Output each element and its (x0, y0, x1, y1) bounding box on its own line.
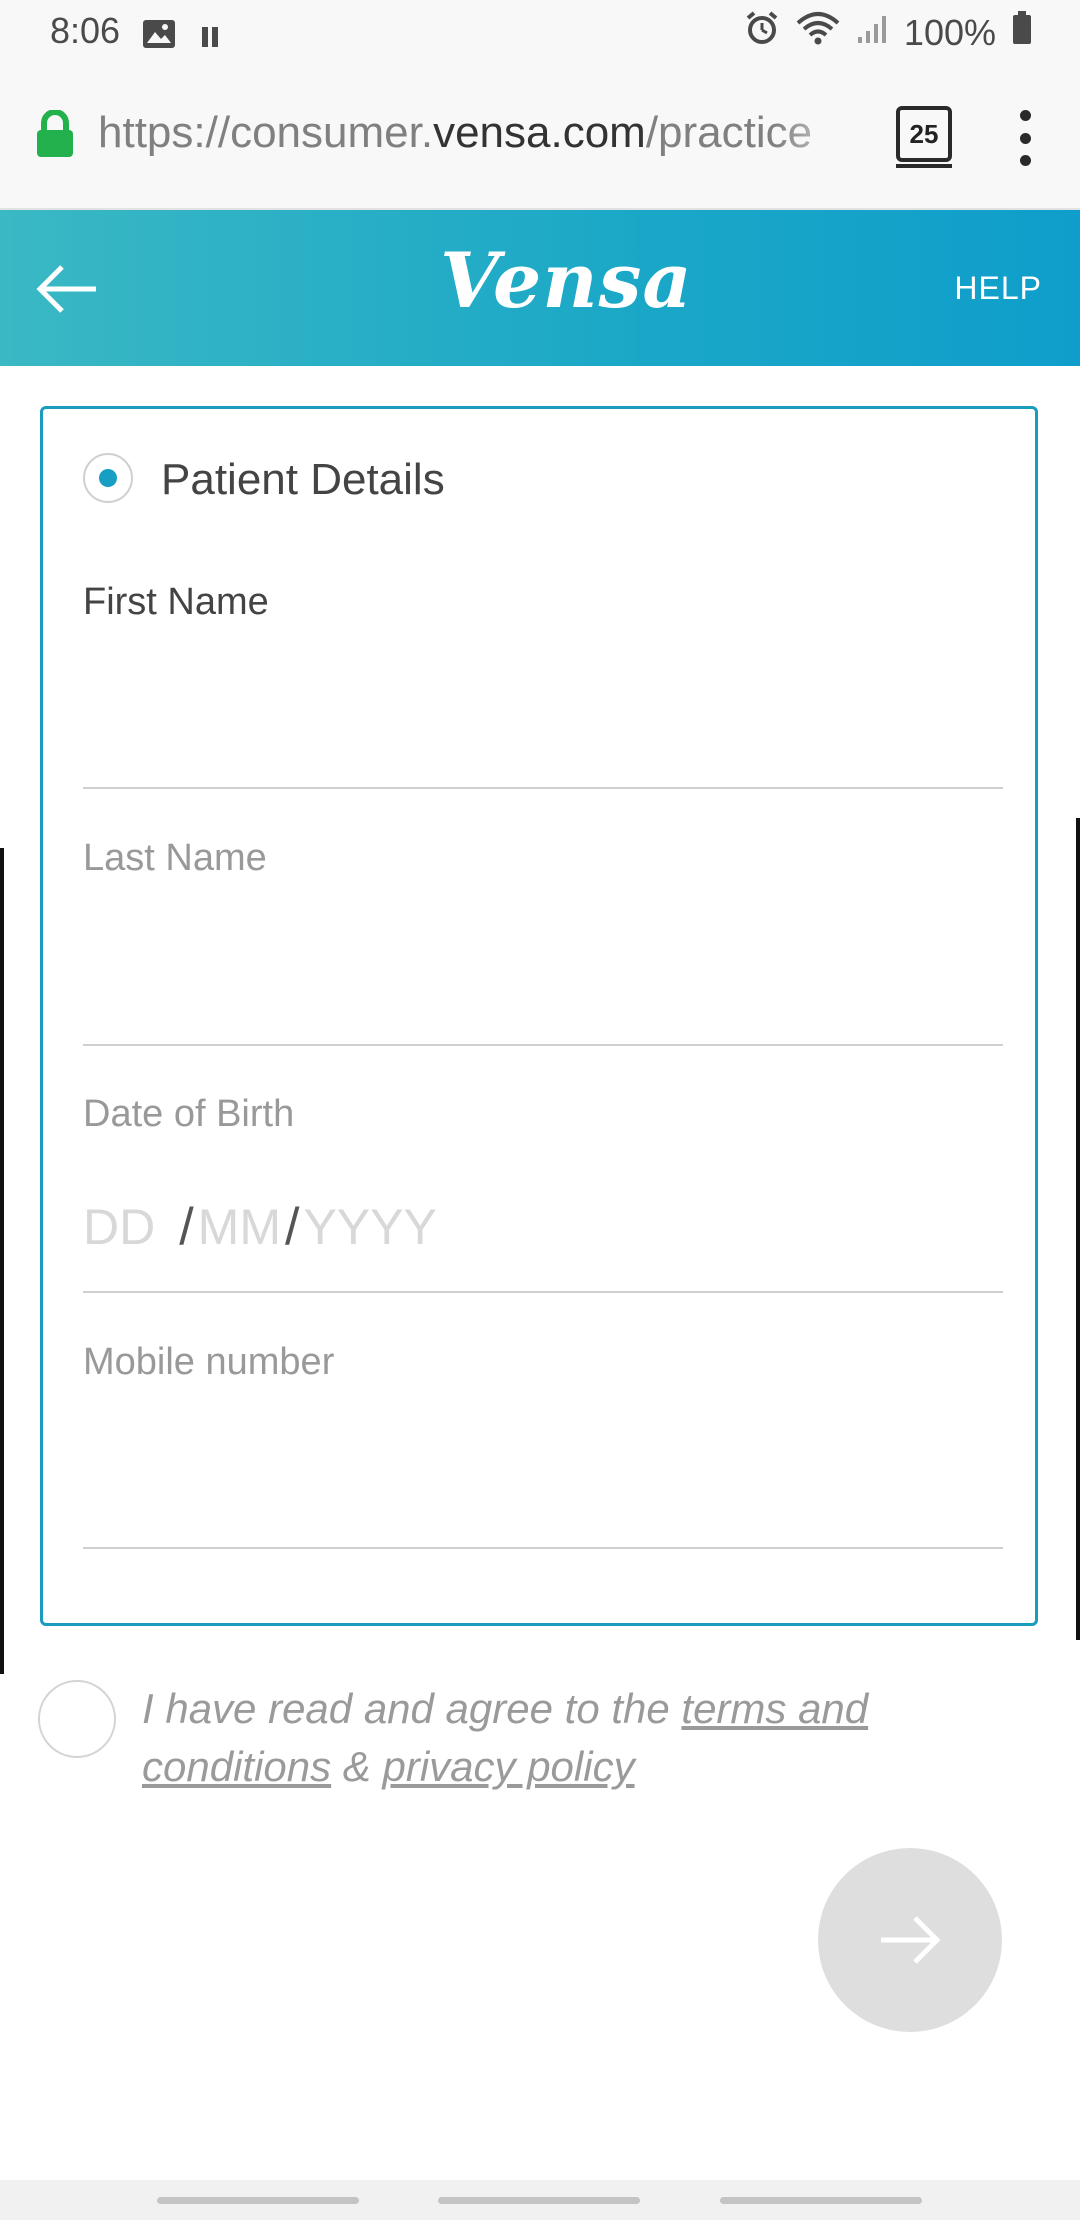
screen: 8:06 100% https://consumer.vensa.com/pra… (0, 0, 1080, 2220)
tab-switcher-underline (896, 164, 952, 168)
last-name-label: Last Name (83, 837, 267, 879)
dob-year-placeholder[interactable]: YYYY (303, 1198, 436, 1256)
nav-gesture-pill[interactable] (720, 2197, 922, 2204)
menu-dot-icon (1019, 110, 1031, 121)
terms-text: I have read and agree to the terms and c… (142, 1680, 942, 1796)
tab-switcher-button[interactable]: 25 (896, 106, 952, 162)
menu-dot-icon (1019, 132, 1031, 144)
dob-separator: / (179, 1198, 194, 1256)
last-name-input[interactable] (83, 959, 1007, 1031)
status-bar: 8:06 100% (0, 0, 1080, 64)
alarm-icon (744, 10, 780, 55)
dob-day-placeholder[interactable]: DD (83, 1198, 155, 1256)
privacy-link[interactable]: privacy policy (382, 1743, 634, 1790)
dob-label: Date of Birth (83, 1093, 295, 1135)
wifi-icon (796, 11, 840, 54)
url-suffix: /practice (645, 108, 813, 157)
help-link[interactable]: HELP (954, 270, 1042, 307)
status-right: 100% (744, 10, 1032, 55)
browser-menu-button[interactable] (1010, 110, 1040, 166)
dob-month-placeholder[interactable]: MM (198, 1198, 281, 1256)
menu-dot-icon (1019, 155, 1031, 166)
nav-gesture-pill[interactable] (438, 2197, 640, 2204)
status-time: 8:06 (50, 10, 121, 51)
battery-icon (1012, 11, 1032, 54)
lock-icon (34, 109, 76, 163)
section-radio[interactable] (83, 453, 133, 503)
radio-selected-dot (99, 469, 117, 487)
dob-underline (83, 1291, 1003, 1293)
battery-level: 100% (903, 11, 996, 53)
first-name-label: First Name (83, 581, 269, 623)
image-notification-icon (142, 16, 176, 58)
dob-separator: / (284, 1198, 300, 1256)
patient-details-card: Patient Details First Name Last Name Dat… (40, 406, 1038, 1626)
notification-icons (142, 16, 220, 58)
terms-checkbox[interactable] (38, 1680, 116, 1758)
right-edge-bar (1076, 818, 1080, 1640)
first-name-input[interactable] (83, 703, 1007, 775)
url-prefix: https://consumer. (98, 108, 434, 157)
address-bar[interactable]: https://consumer.vensa.com/practice (98, 108, 868, 168)
terms-joiner: & (331, 1743, 383, 1790)
mobile-underline (83, 1547, 1003, 1549)
left-edge-bar (0, 848, 4, 1674)
first-name-underline (83, 787, 1003, 789)
browser-toolbar: https://consumer.vensa.com/practice 25 (0, 64, 1080, 210)
signal-icon (856, 12, 888, 54)
arrow-right-icon (881, 1916, 941, 1964)
url-domain: vensa.com (433, 108, 646, 157)
mobile-label: Mobile number (83, 1341, 335, 1383)
mobile-input[interactable] (83, 1463, 1007, 1535)
last-name-underline (83, 1044, 1003, 1046)
dob-input[interactable]: DD / MM / YYYY (83, 1197, 437, 1257)
arrow-left-icon (36, 265, 96, 313)
app-header: Vensa HELP (0, 210, 1080, 366)
terms-prefix: I have read and agree to the (142, 1685, 682, 1732)
next-button[interactable] (818, 1848, 1002, 2032)
pause-notification-icon (200, 16, 220, 58)
vensa-logo: Vensa (440, 236, 693, 325)
back-button[interactable] (34, 262, 104, 316)
system-nav-bar (0, 2180, 1080, 2220)
section-title: Patient Details (161, 455, 445, 504)
nav-gesture-pill[interactable] (157, 2197, 359, 2204)
